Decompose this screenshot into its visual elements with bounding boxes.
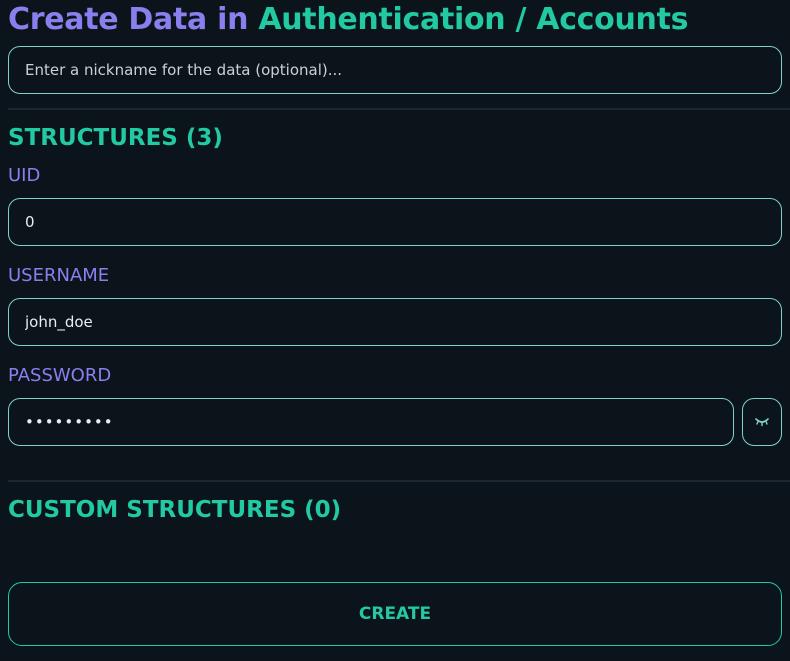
username-input[interactable] [8, 298, 782, 346]
custom-structures-heading: CUSTOM STRUCTURES (0) [8, 497, 342, 523]
create-data-page: Create Data in Authentication / Accounts… [0, 0, 790, 661]
username-label: USERNAME [8, 265, 110, 286]
password-input[interactable] [8, 398, 734, 446]
divider [8, 480, 790, 482]
title-prefix: Create Data in [8, 2, 249, 37]
toggle-password-visibility-button[interactable] [742, 398, 782, 446]
uid-input[interactable] [8, 198, 782, 246]
title-collection-path: Authentication / Accounts [258, 2, 689, 37]
eye-closed-icon [755, 418, 769, 427]
nickname-input[interactable] [8, 46, 782, 94]
password-label: PASSWORD [8, 365, 112, 386]
uid-label: UID [8, 165, 41, 186]
create-button[interactable]: CREATE [8, 582, 782, 646]
divider [8, 108, 790, 110]
page-title: Create Data in Authentication / Accounts [8, 2, 688, 38]
structures-heading: STRUCTURES (3) [8, 125, 223, 151]
